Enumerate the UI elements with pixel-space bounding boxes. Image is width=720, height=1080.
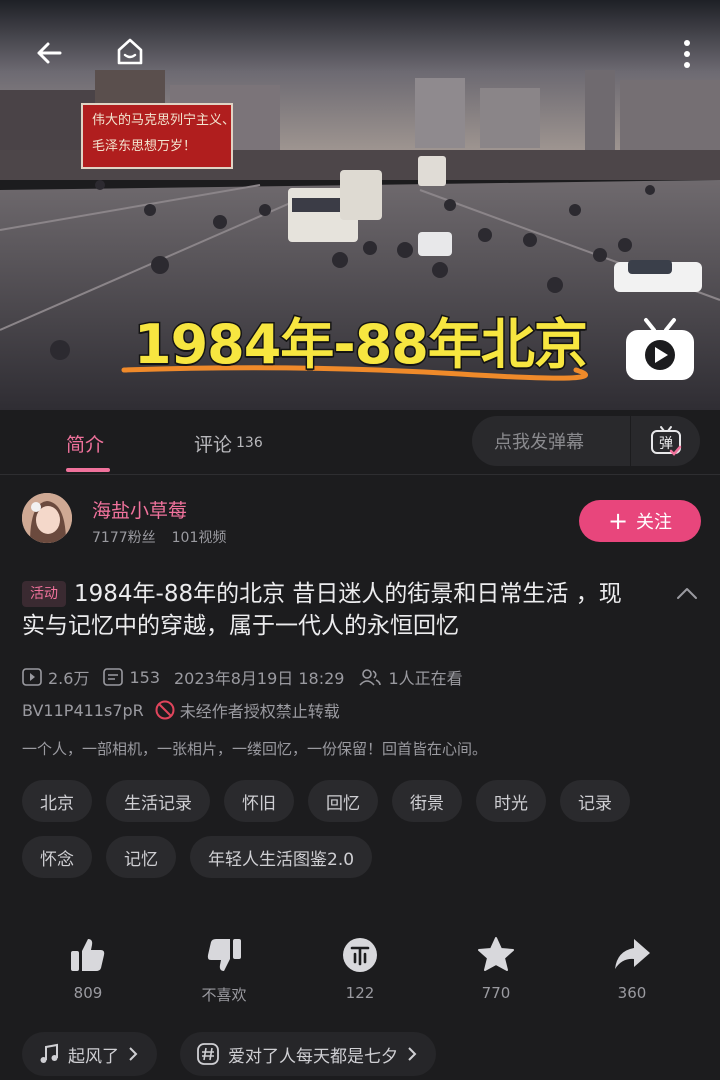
share-icon — [615, 939, 650, 969]
tag-chip[interactable]: 时光 — [476, 780, 546, 822]
music-title: 起风了 — [68, 1046, 119, 1067]
author-stats: 7177粉丝 101视频 — [92, 527, 226, 547]
chevron-up-icon[interactable] — [674, 584, 700, 604]
play-count-icon — [22, 668, 42, 686]
chevron-right-icon — [129, 1047, 138, 1061]
tab-active-indicator — [66, 468, 110, 472]
author-name[interactable]: 海盐小草莓 — [92, 496, 187, 523]
avatar[interactable] — [22, 493, 72, 543]
music-note-icon — [40, 1043, 58, 1063]
watching-count: 1人正在看 — [388, 669, 463, 688]
tag-chip[interactable]: 记录 — [560, 780, 630, 822]
billboard-text-line2: 毛泽东思想万岁！ — [92, 139, 197, 154]
chevron-right-icon — [408, 1047, 417, 1061]
tab-intro[interactable]: 简介 — [66, 430, 104, 457]
play-button-icon[interactable] — [622, 314, 698, 384]
video-description: 一个人，一部相机，一张相片，一缕回忆，一份保留！回首皆在心间。 — [22, 740, 488, 758]
tab-bar: 简介 评论136 弹 — [0, 410, 720, 475]
tag-list: 北京 生活记录 怀旧 回忆 街景 时光 记录 怀念 记忆 年轻人生活图鉴2.0 — [22, 780, 702, 878]
more-options-icon[interactable] — [672, 34, 702, 74]
video-caption: 1984年-88年北京 — [133, 312, 590, 378]
video-player[interactable]: 伟大的马克思列宁主义、 毛泽东思想万岁！ 1984年-88年北京 — [0, 0, 720, 410]
coin-icon — [343, 938, 377, 972]
like-count: 809 — [73, 984, 103, 1002]
tag-chip[interactable]: 回忆 — [308, 780, 378, 822]
favorite-button[interactable]: 770 — [446, 932, 546, 1002]
billboard-text-line1: 伟大的马克思列宁主义、 — [92, 113, 236, 128]
follow-button[interactable]: + 关注 — [579, 500, 701, 542]
watching-stat: 1人正在看 — [358, 665, 463, 689]
danmaku-count: 153 — [129, 667, 160, 687]
video-title: 1984年-88年的北京 昔日迷人的街景和日常生活 ，现实与记忆中的穿越，属于一… — [22, 581, 622, 639]
tag-chip[interactable]: 街景 — [392, 780, 462, 822]
danmaku-stat: 153 — [103, 668, 160, 687]
back-icon[interactable] — [30, 34, 68, 72]
share-button[interactable]: 360 — [582, 932, 682, 1002]
favorite-count: 770 — [481, 984, 511, 1002]
viewers-icon — [359, 669, 382, 686]
star-icon — [478, 937, 514, 971]
views-stat: 2.6万 — [22, 665, 89, 689]
dislike-button[interactable]: 不喜欢 — [174, 932, 274, 1005]
hashtag-icon — [197, 1043, 219, 1065]
author-videos: 101视频 — [171, 530, 227, 546]
tag-chip[interactable]: 北京 — [22, 780, 92, 822]
music-chip[interactable]: 起风了 — [22, 1032, 157, 1076]
tag-chip[interactable]: 记忆 — [106, 836, 176, 878]
danmaku-bar: 弹 — [472, 416, 700, 466]
tag-chip[interactable]: 怀旧 — [224, 780, 294, 822]
coin-count: 122 — [345, 984, 375, 1002]
activity-badge[interactable]: 活动 — [22, 581, 66, 607]
share-count: 360 — [617, 984, 647, 1002]
topic-chip[interactable]: 爱对了人每天都是七夕 — [180, 1032, 436, 1076]
svg-text:弹: 弹 — [659, 436, 673, 452]
thumbs-down-icon — [207, 939, 241, 971]
tab-intro-label: 简介 — [66, 434, 105, 456]
tab-comments-label: 评论 — [194, 434, 233, 456]
thumbs-up-icon — [71, 939, 105, 971]
views-count: 2.6万 — [48, 669, 90, 688]
publish-date: 2023年8月19日 18:29 — [174, 669, 345, 688]
topic-title: 爱对了人每天都是七夕 — [228, 1046, 398, 1067]
home-icon[interactable] — [110, 32, 150, 72]
copyright-notice: 未经作者授权禁止转载 — [179, 702, 340, 721]
coin-button[interactable]: 122 — [310, 932, 410, 1002]
video-id-row: BV11P411s7pR 未经作者授权禁止转载 — [22, 698, 340, 722]
tag-chip[interactable]: 年轻人生活图鉴2.0 — [190, 836, 373, 878]
comment-count: 136 — [236, 435, 263, 451]
no-repost-icon — [155, 700, 175, 720]
follow-label: 关注 — [636, 512, 673, 533]
tag-chip[interactable]: 怀念 — [22, 836, 92, 878]
tag-chip[interactable]: 生活记录 — [106, 780, 210, 822]
dislike-label: 不喜欢 — [201, 986, 247, 1004]
video-stats-row: 2.6万 153 2023年8月19日 18:29 1人正在看 — [22, 665, 477, 689]
bv-id: BV11P411s7pR — [22, 700, 144, 720]
plus-icon: + — [607, 507, 629, 535]
tab-comments[interactable]: 评论 136 — [194, 430, 263, 457]
danmaku-divider — [630, 416, 631, 466]
author-fans: 7177粉丝 — [92, 530, 156, 546]
video-title-block: 活动 1984年-88年的北京 昔日迷人的街景和日常生活 ，现实与记忆中的穿越，属… — [22, 578, 642, 642]
danmaku-toggle-button[interactable]: 弹 — [632, 416, 700, 466]
danmaku-icon: 弹 — [651, 426, 682, 456]
danmaku-input[interactable] — [472, 416, 654, 466]
like-button[interactable]: 809 — [38, 932, 138, 1002]
danmaku-count-icon — [103, 668, 124, 686]
